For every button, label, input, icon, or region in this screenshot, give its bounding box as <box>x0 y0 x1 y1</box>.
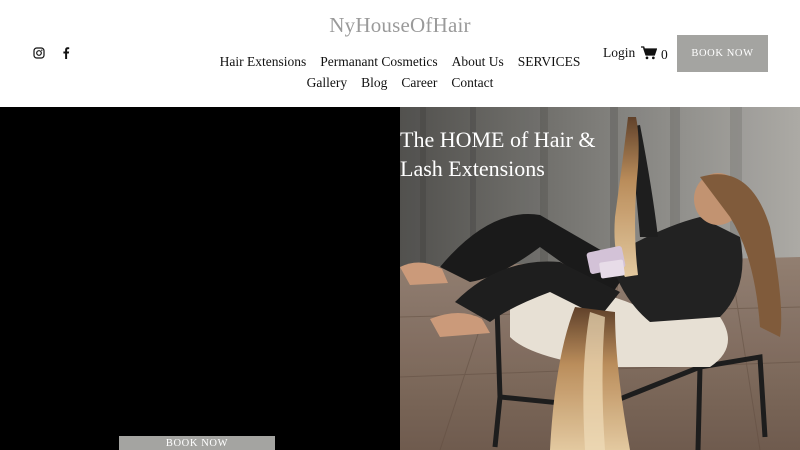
primary-nav-row-2: Gallery Blog Career Contact <box>0 75 800 91</box>
nav-about-us[interactable]: About Us <box>452 54 504 70</box>
cart-button[interactable]: 0 <box>641 45 668 64</box>
nav-services[interactable]: SERVICES <box>518 54 581 70</box>
nav-blog[interactable]: Blog <box>361 75 387 91</box>
nav-contact[interactable]: Contact <box>451 75 493 91</box>
hero-headline: The HOME of Hair & Lash Extensions <box>400 125 600 183</box>
nav-hair-extensions[interactable]: Hair Extensions <box>220 54 307 70</box>
book-now-button-hero[interactable]: BOOK NOW <box>119 436 275 450</box>
hero-headline-line-1: The HOME of Hair & <box>400 127 596 152</box>
nav-permanant-cosmetics[interactable]: Permanant Cosmetics <box>320 54 437 70</box>
hero-headline-line-2: Lash Extensions <box>400 156 545 181</box>
nav-gallery[interactable]: Gallery <box>307 75 347 91</box>
login-link[interactable]: Login <box>603 45 635 61</box>
book-now-button-header[interactable]: BOOK NOW <box>677 35 768 72</box>
hero-left-panel <box>0 107 400 450</box>
cart-count: 0 <box>661 46 668 62</box>
site-header: NyHouseOfHair Hair Extensions Permanant … <box>0 0 800 107</box>
cart-icon <box>641 45 658 64</box>
nav-career[interactable]: Career <box>401 75 437 91</box>
